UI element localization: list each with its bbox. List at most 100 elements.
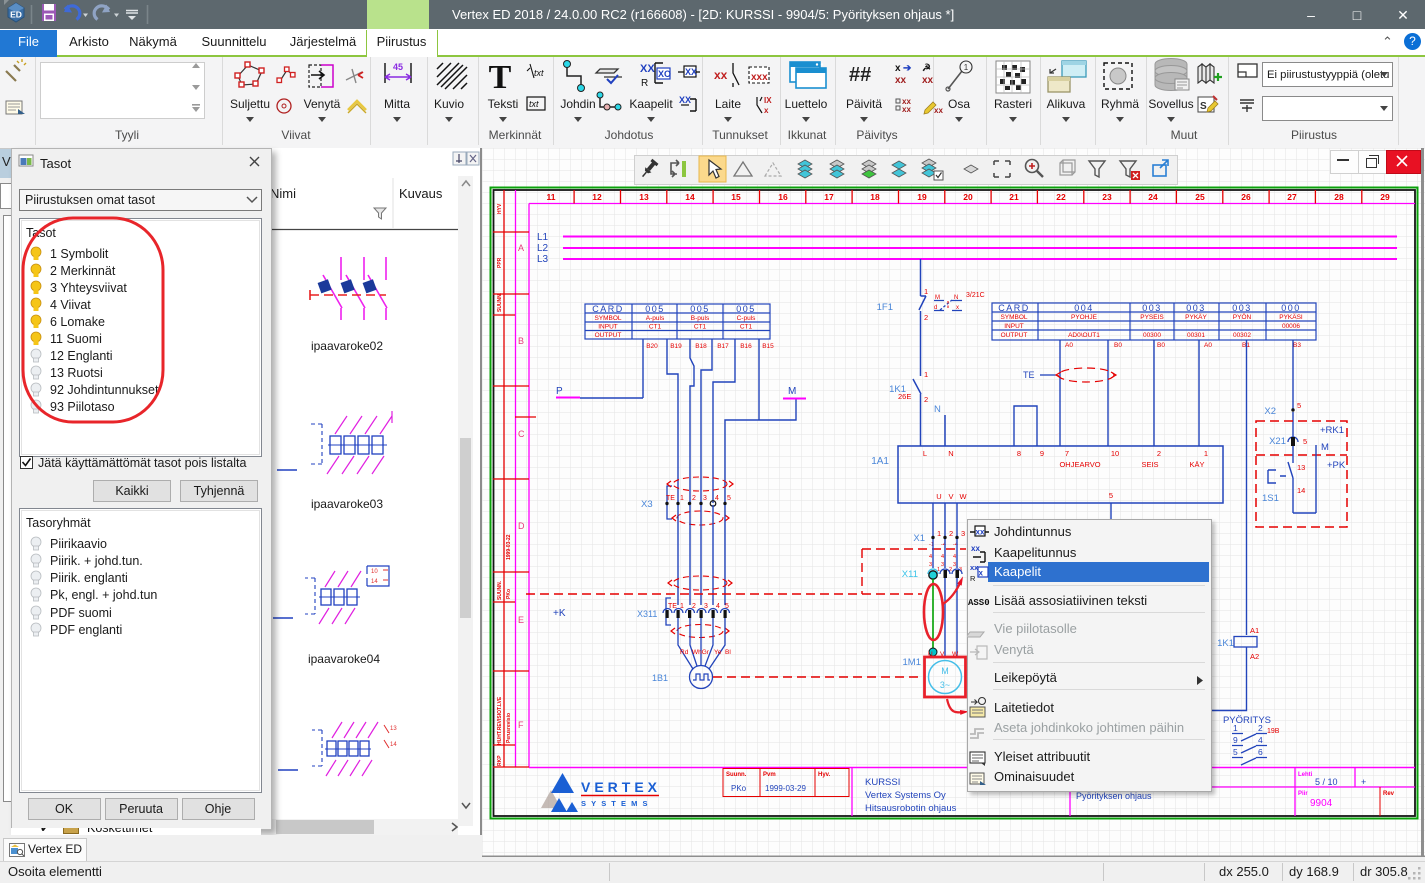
svg-text:Vertex Systems Oy: Vertex Systems Oy (865, 790, 946, 801)
svg-text:xxx: xxx (751, 72, 768, 83)
svg-text:2: 2 (924, 395, 928, 404)
svg-text:Rasteri: Rasteri (994, 97, 1032, 111)
svg-text:F: F (518, 720, 524, 730)
svg-text:ipaavaroke03: ipaavaroke03 (311, 497, 383, 511)
svg-text:A1: A1 (1250, 626, 1259, 635)
svg-text:Tyyli: Tyyli (115, 128, 139, 142)
svg-text:M: M (935, 295, 940, 301)
svg-text:5: 5 (727, 495, 731, 502)
svg-text:Ohje: Ohje (205, 802, 231, 816)
svg-text:CT1: CT1 (694, 324, 707, 331)
svg-text:WhGr: WhGr (692, 649, 710, 656)
svg-text:Tasoryhmät: Tasoryhmät (26, 516, 91, 530)
svg-text:Kaapelit: Kaapelit (994, 564, 1041, 579)
svg-text:Merkinnät: Merkinnät (489, 128, 542, 142)
svg-text:☭: ☭ (922, 63, 931, 74)
svg-text:Perusrevisio: Perusrevisio (506, 713, 512, 743)
svg-text:2: 2 (692, 495, 696, 502)
svg-text:003: 003 (1142, 303, 1162, 313)
svg-text:xx: xx (922, 75, 934, 86)
svg-text:3~: 3~ (940, 680, 950, 690)
svg-text:INPUT: INPUT (1004, 323, 1024, 330)
svg-text:➔: ➔ (903, 63, 912, 74)
svg-text:PYKÄY: PYKÄY (1185, 313, 1207, 321)
svg-text:4: 4 (716, 603, 720, 610)
svg-text:18: 18 (870, 192, 880, 202)
svg-text:3: 3 (953, 562, 956, 568)
svg-text:00006: 00006 (1282, 323, 1300, 330)
svg-text:TE: TE (666, 495, 675, 502)
svg-text:9904: 9904 (1310, 798, 1333, 809)
svg-text:005: 005 (690, 304, 710, 314)
svg-text:RKP: RKP (497, 755, 503, 766)
svg-text:CARD: CARD (998, 303, 1030, 313)
svg-text:00300: 00300 (1143, 332, 1161, 339)
svg-text:ASS0: ASS0 (968, 598, 990, 608)
svg-text:Ryhmä: Ryhmä (1101, 97, 1139, 111)
svg-text:xx: xx (934, 106, 943, 115)
svg-text:SYSTEMS: SYSTEMS (581, 799, 653, 808)
svg-text:12: 12 (592, 192, 602, 202)
svg-text:B19: B19 (670, 343, 682, 350)
svg-text:OUTPUT: OUTPUT (595, 332, 622, 339)
svg-text:Vie piilotasolle: Vie piilotasolle (994, 621, 1077, 636)
svg-text:005: 005 (645, 304, 665, 314)
svg-text:00302: 00302 (1233, 332, 1251, 339)
svg-text:Venytä: Venytä (304, 97, 341, 111)
svg-text:Kuvio: Kuvio (434, 97, 464, 111)
svg-text:N: N (948, 449, 953, 458)
svg-text:2: 2 (949, 529, 953, 538)
svg-text:20: 20 (963, 192, 973, 202)
svg-text:Lisää assosiatiivinen teksti: Lisää assosiatiivinen teksti (994, 593, 1147, 608)
svg-text:10: 10 (371, 569, 378, 575)
svg-text:1999-03-22: 1999-03-22 (506, 534, 512, 560)
svg-text:4: 4 (953, 554, 956, 560)
svg-text:Suunn.: Suunn. (726, 772, 747, 778)
svg-text:45: 45 (393, 62, 403, 72)
svg-text:SYMBOL: SYMBOL (594, 315, 621, 322)
svg-text:6 Lomake: 6 Lomake (50, 315, 105, 329)
svg-text:SUUNN.: SUUNN. (497, 580, 503, 600)
svg-text:A0: A0 (1204, 342, 1212, 349)
svg-text:14: 14 (390, 742, 397, 748)
svg-text:Piirustus: Piirustus (1291, 128, 1337, 142)
svg-text:B0: B0 (1114, 342, 1122, 349)
svg-text:3: 3 (961, 529, 965, 538)
svg-text:1K1: 1K1 (889, 384, 906, 395)
svg-text:15: 15 (731, 192, 741, 202)
svg-text:5: 5 (1233, 747, 1238, 757)
svg-text:VERTEX: VERTEX (581, 779, 661, 795)
svg-text:Kuvaus: Kuvaus (399, 186, 443, 201)
svg-text:SEIS: SEIS (1141, 460, 1158, 469)
svg-text:Tyhjennä: Tyhjennä (194, 484, 245, 498)
svg-text:Kaapelit: Kaapelit (629, 97, 673, 111)
svg-text:Bl: Bl (725, 649, 731, 656)
svg-text:004: 004 (1074, 303, 1094, 313)
svg-text:X311: X311 (637, 609, 657, 619)
svg-text:Hyv.: Hyv. (818, 772, 831, 778)
svg-text:PYSEIS: PYSEIS (1140, 314, 1164, 321)
svg-text:B: B (518, 336, 524, 346)
svg-text:3: 3 (703, 495, 707, 502)
svg-text:9: 9 (1233, 735, 1238, 745)
svg-text:1S1: 1S1 (1262, 493, 1279, 504)
svg-text:12 Englanti: 12 Englanti (50, 349, 113, 363)
svg-text:xx: xx (895, 75, 907, 86)
svg-text:xx: xx (902, 105, 911, 114)
svg-text:Yleiset attribuutit: Yleiset attribuutit (994, 749, 1090, 764)
svg-text:L2: L2 (537, 243, 549, 254)
svg-text:11 Suomi: 11 Suomi (50, 332, 102, 346)
svg-text:PYÖRITYS: PYÖRITYS (1223, 715, 1271, 726)
svg-text:ipaavaroke04: ipaavaroke04 (308, 652, 380, 666)
svg-text:x: x (956, 305, 959, 311)
svg-text:M: M (941, 666, 949, 676)
svg-text:5: 5 (1303, 437, 1307, 446)
svg-text:Kaikki: Kaikki (115, 484, 148, 498)
svg-text:Viivat: Viivat (281, 128, 311, 142)
svg-text:27: 27 (1287, 192, 1297, 202)
svg-text:M: M (1321, 442, 1329, 453)
svg-text:x: x (979, 569, 984, 578)
svg-text:1: 1 (680, 495, 684, 502)
svg-text:PKo: PKo (731, 784, 747, 793)
svg-text:xx: xx (976, 528, 985, 537)
